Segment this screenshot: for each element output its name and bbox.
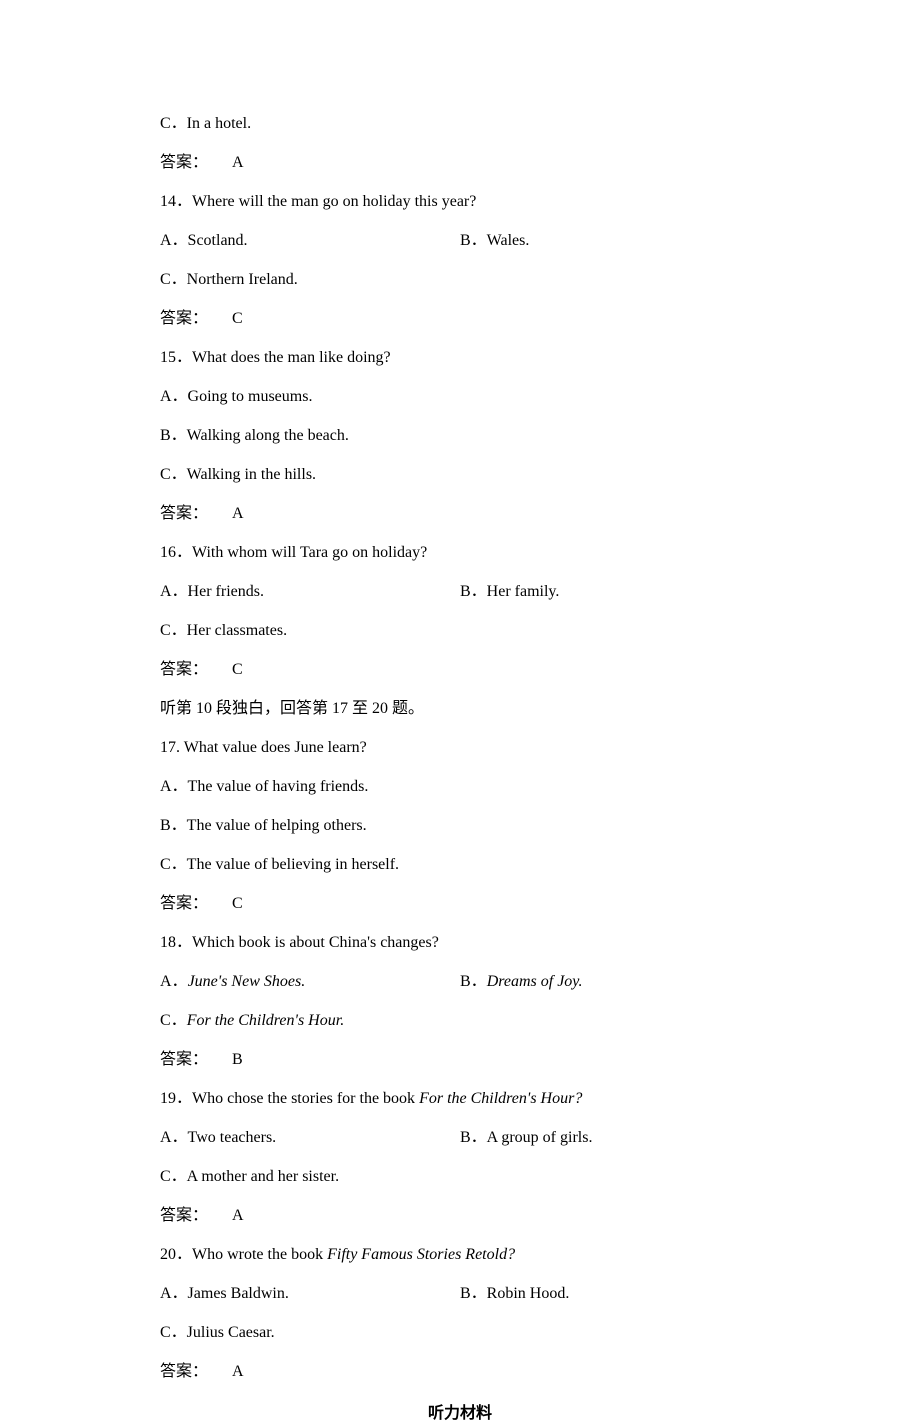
answer-label: 答案： bbox=[160, 1207, 208, 1224]
q14-option-a: A．Scotland. bbox=[160, 229, 460, 253]
q14-text: 14．Where will the man go on holiday this… bbox=[160, 190, 760, 214]
book-title: For the Children's Hour. bbox=[187, 1012, 345, 1029]
q18-text: 18．Which book is about China's changes? bbox=[160, 931, 760, 955]
question-prefix: 20．Who wrote the book bbox=[160, 1246, 327, 1263]
option-prefix: A． bbox=[160, 973, 188, 990]
q16-option-a: A．Her friends. bbox=[160, 580, 460, 604]
answer-letter: C bbox=[232, 310, 243, 327]
answer-label: 答案： bbox=[160, 505, 208, 522]
answer-19: 答案： A bbox=[160, 1204, 760, 1228]
book-title: Dreams of Joy. bbox=[487, 973, 583, 990]
answer-label: 答案： bbox=[160, 154, 208, 171]
answer-20: 答案： A bbox=[160, 1360, 760, 1384]
answer-label: 答案： bbox=[160, 661, 208, 678]
q19-option-a: A．Two teachers. bbox=[160, 1126, 460, 1150]
section-instruction: 听第 10 段独白，回答第 17 至 20 题。 bbox=[160, 697, 760, 721]
answer-letter: A bbox=[232, 1363, 244, 1380]
q20-option-c: C．Julius Caesar. bbox=[160, 1321, 760, 1345]
book-title: June's New Shoes. bbox=[188, 973, 306, 990]
q14-option-b: B．Wales. bbox=[460, 229, 760, 253]
q19-text: 19．Who chose the stories for the book Fo… bbox=[160, 1087, 760, 1111]
answer-label: 答案： bbox=[160, 1363, 208, 1380]
q14-option-c: C．Northern Ireland. bbox=[160, 268, 760, 292]
q18-option-c: C．For the Children's Hour. bbox=[160, 1009, 760, 1033]
listening-material-heading: 听力材料 bbox=[160, 1402, 760, 1426]
answer-14: 答案： C bbox=[160, 307, 760, 331]
answer-letter: A bbox=[232, 154, 244, 171]
q17-option-c: C．The value of believing in herself. bbox=[160, 853, 760, 877]
answer-15: 答案： A bbox=[160, 502, 760, 526]
q17-text: 17. What value does June learn? bbox=[160, 736, 760, 760]
q18-option-b: B．Dreams of Joy. bbox=[460, 970, 760, 994]
answer-letter: C bbox=[232, 661, 243, 678]
q16-options-row: A．Her friends. B．Her family. bbox=[160, 580, 760, 604]
answer-13: 答案： A bbox=[160, 151, 760, 175]
answer-letter: B bbox=[232, 1051, 243, 1068]
q15-option-b: B．Walking along the beach. bbox=[160, 424, 760, 448]
q20-option-a: A．James Baldwin. bbox=[160, 1282, 460, 1306]
book-title: For the Children's Hour? bbox=[419, 1090, 582, 1107]
q13-option-c: C．In a hotel. bbox=[160, 112, 760, 136]
q19-options-row: A．Two teachers. B．A group of girls. bbox=[160, 1126, 760, 1150]
answer-label: 答案： bbox=[160, 310, 208, 327]
answer-letter: A bbox=[232, 1207, 244, 1224]
answer-17: 答案： C bbox=[160, 892, 760, 916]
q16-option-c: C．Her classmates. bbox=[160, 619, 760, 643]
option-prefix: C． bbox=[160, 1012, 187, 1029]
q16-text: 16．With whom will Tara go on holiday? bbox=[160, 541, 760, 565]
answer-label: 答案： bbox=[160, 895, 208, 912]
q17-option-b: B．The value of helping others. bbox=[160, 814, 760, 838]
q15-option-c: C．Walking in the hills. bbox=[160, 463, 760, 487]
q17-option-a: A．The value of having friends. bbox=[160, 775, 760, 799]
answer-16: 答案： C bbox=[160, 658, 760, 682]
book-title: Fifty Famous Stories Retold? bbox=[327, 1246, 515, 1263]
answer-letter: C bbox=[232, 895, 243, 912]
q18-option-a: A．June's New Shoes. bbox=[160, 970, 460, 994]
q19-option-c: C．A mother and her sister. bbox=[160, 1165, 760, 1189]
q19-option-b: B．A group of girls. bbox=[460, 1126, 760, 1150]
q18-options-row: A．June's New Shoes. B．Dreams of Joy. bbox=[160, 970, 760, 994]
answer-18: 答案： B bbox=[160, 1048, 760, 1072]
option-prefix: B． bbox=[460, 973, 487, 990]
q20-text: 20．Who wrote the book Fifty Famous Stori… bbox=[160, 1243, 760, 1267]
question-prefix: 19．Who chose the stories for the book bbox=[160, 1090, 419, 1107]
q15-text: 15．What does the man like doing? bbox=[160, 346, 760, 370]
answer-label: 答案： bbox=[160, 1051, 208, 1068]
q16-option-b: B．Her family. bbox=[460, 580, 760, 604]
q14-options-row: A．Scotland. B．Wales. bbox=[160, 229, 760, 253]
q20-option-b: B．Robin Hood. bbox=[460, 1282, 760, 1306]
q15-option-a: A．Going to museums. bbox=[160, 385, 760, 409]
answer-letter: A bbox=[232, 505, 244, 522]
q20-options-row: A．James Baldwin. B．Robin Hood. bbox=[160, 1282, 760, 1306]
